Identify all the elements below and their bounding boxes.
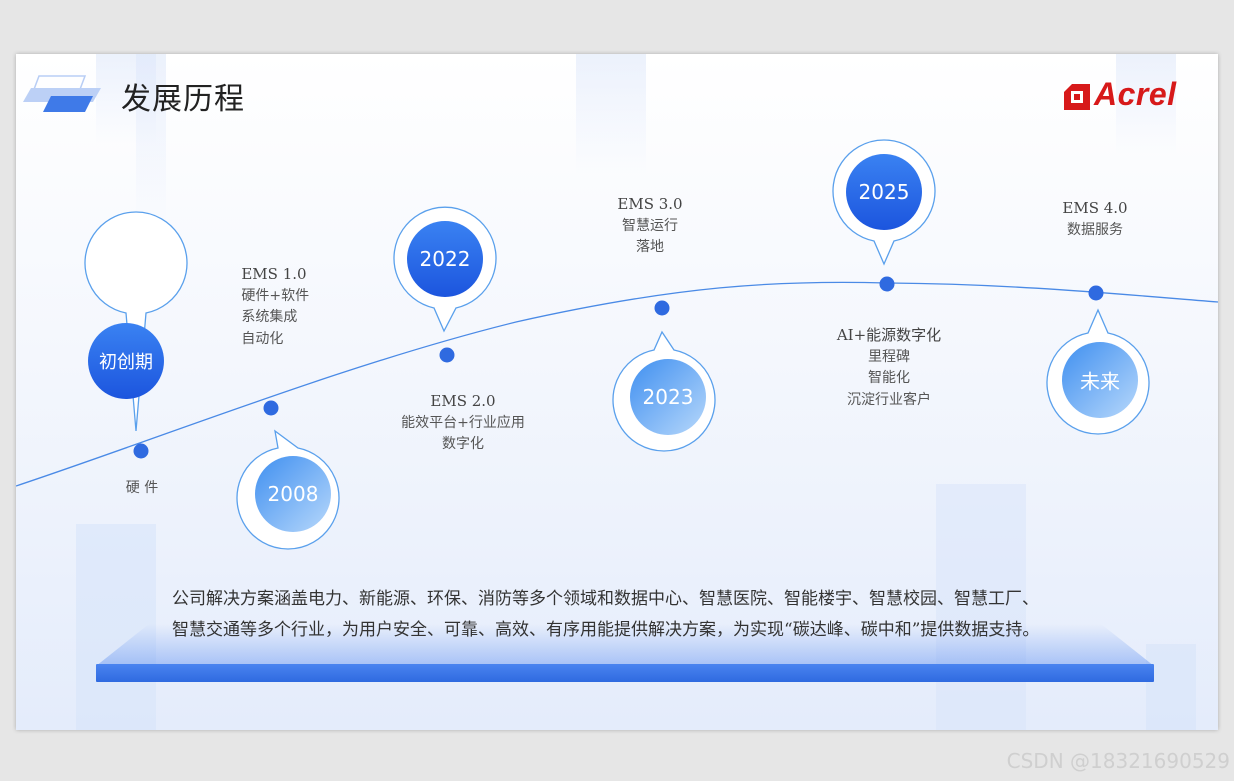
- milestone-heading: EMS 1.0: [241, 265, 307, 283]
- milestone-heading: EMS 4.0: [1062, 199, 1128, 217]
- timeline-node: [1088, 285, 1104, 301]
- timeline-node: [654, 300, 670, 316]
- platform-bar: [96, 664, 1154, 682]
- milestone-pin-label: 初创期: [99, 352, 153, 373]
- milestone-label: EMS 2.0 能效平台+行业应用 数字化: [401, 391, 525, 456]
- milestone-label: 硬 件: [126, 478, 158, 500]
- timeline-node: [879, 276, 895, 292]
- milestone-line: 智能化: [867, 370, 910, 386]
- milestone-line: 沉淀行业客户: [846, 391, 931, 408]
- milestone-line: 系统集成: [241, 309, 298, 325]
- milestone-pin-label: 2025: [858, 180, 910, 204]
- milestone-label: EMS 4.0 数据服务: [1062, 198, 1127, 241]
- timeline-node: [263, 400, 279, 416]
- milestone-heading: EMS 2.0: [430, 392, 496, 410]
- milestone-pin-label: 2022: [419, 247, 471, 271]
- milestone-label: EMS 1.0 硬件+软件 系统集成 自动化: [241, 264, 309, 350]
- milestone-pin-label: 2023: [642, 385, 694, 409]
- description-line: 智慧交通等多个行业，为用户安全、可靠、高效、有序用能提供解决方案，为实现“碳达峰…: [172, 620, 1040, 640]
- description-line: 公司解决方案涵盖电力、新能源、环保、消防等多个领域和数据中心、智慧医院、智能楼宇…: [172, 589, 1039, 609]
- milestone-line: 数字化: [441, 436, 484, 452]
- milestone-line: 数据服务: [1067, 221, 1123, 238]
- milestone-line: 硬件+软件: [241, 287, 310, 304]
- milestone-pin-label: 未来: [1080, 369, 1120, 394]
- milestone-label: AI+能源数字化 里程碑 智能化 沉淀行业客户: [837, 325, 941, 411]
- milestone-label: EMS 3.0 智慧运行 落地: [617, 194, 682, 259]
- milestone-heading: EMS 3.0: [617, 195, 683, 213]
- milestone-pin: [84, 211, 188, 432]
- milestone-line: 能效平台+行业应用: [401, 414, 525, 431]
- milestone-line: 智慧运行: [622, 217, 678, 234]
- milestone-line: 自动化: [241, 330, 284, 347]
- company-description: 公司解决方案涵盖电力、新能源、环保、消防等多个领域和数据中心、智慧医院、智能楼宇…: [172, 584, 1092, 646]
- milestone-line: 里程碑: [867, 348, 910, 365]
- milestone-line: 落地: [636, 239, 664, 255]
- timeline-node: [439, 347, 455, 363]
- milestone-pin-label: 2008: [267, 482, 319, 506]
- milestone-heading: AI+能源数字化: [836, 326, 942, 344]
- watermark: CSDN @18321690529: [1006, 749, 1230, 773]
- timeline-node: [133, 443, 149, 459]
- slide: 发展历程 Acrel 初创期 2008 2022 2023 2025 未来 硬 …: [16, 54, 1218, 730]
- milestone-line: 硬 件: [125, 480, 159, 496]
